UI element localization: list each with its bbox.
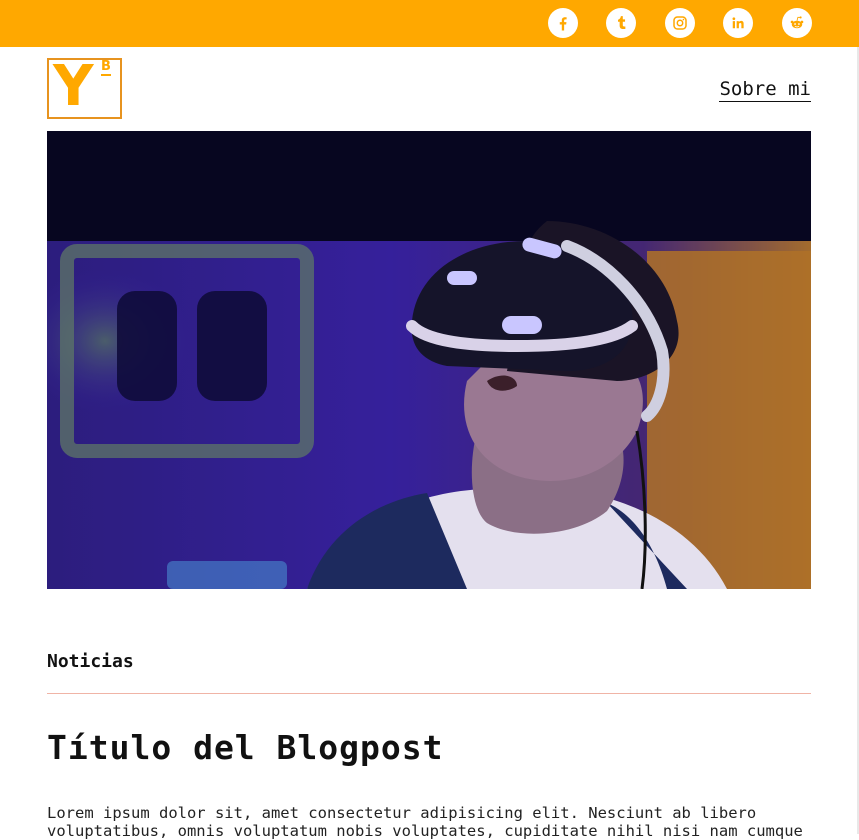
divider [47,693,811,694]
instagram-icon [673,16,687,30]
top-bar [0,0,859,47]
reddit-icon [790,16,804,29]
linkedin-icon [732,17,744,29]
linkedin-link[interactable] [723,8,753,38]
facebook-icon [559,17,567,31]
hero-image [47,131,811,589]
tumblr-icon [618,16,626,29]
site-logo[interactable]: Y B [47,54,122,119]
post-body-line: Lorem ipsum dolor sit, amet consectetur … [47,804,757,822]
reddit-link[interactable] [782,8,812,38]
post-title: Título del Blogpost [47,728,444,767]
instagram-link[interactable] [665,8,695,38]
nav-link-sobre-mi[interactable]: Sobre mi [719,78,811,102]
post-body-line: voluptatibus, omnis voluptatum nobis vol… [47,822,803,840]
logo-letter: Y [53,54,94,119]
post-body: Lorem ipsum dolor sit, amet consectetur … [47,804,807,840]
facebook-link[interactable] [548,8,578,38]
tumblr-link[interactable] [606,8,636,38]
vr-headset-photo [47,131,811,589]
logo-superscript: B [101,59,111,76]
post-category[interactable]: Noticias [47,651,134,672]
